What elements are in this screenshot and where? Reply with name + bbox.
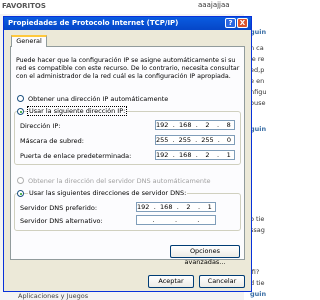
ip-address-label: Dirección IP: <box>20 122 61 130</box>
cancel-button[interactable]: Cancelar <box>199 275 245 288</box>
octet: 192 <box>137 203 150 211</box>
default-gateway-input[interactable]: 192. 168. 2. 1 <box>155 150 235 160</box>
octet: 168 <box>179 121 192 129</box>
dns-auto-radio[interactable] <box>17 177 24 184</box>
dns-group-box <box>14 193 241 231</box>
right-fragment: nfigu <box>250 88 267 96</box>
description-text: Puede hacer que la configuración IP se a… <box>16 57 240 80</box>
right-fragment: guin <box>250 125 267 133</box>
bottom-link[interactable]: Aplicaciones y Juegos <box>18 292 88 300</box>
advanced-options-button[interactable]: Opciones avanzadas... <box>170 245 240 266</box>
octet <box>204 216 215 224</box>
preferred-dns-input[interactable]: 192. 168. 2. 1 <box>136 202 216 212</box>
dns-manual-label[interactable]: Usar las siguientes direcciones de servi… <box>28 189 188 197</box>
ip-auto-radio[interactable] <box>17 95 24 102</box>
right-fragment: n ca <box>250 44 264 52</box>
close-button[interactable]: X <box>237 18 248 28</box>
dialog-title: Propiedades de Protocolo Internet (TCP/I… <box>8 19 179 27</box>
preferred-dns-label: Servidor DNS preferido: <box>20 204 98 212</box>
octet: 2 <box>205 151 210 159</box>
ok-button[interactable]: Aceptar <box>148 275 194 288</box>
octet: 0 <box>226 136 231 144</box>
user-name[interactable]: aaajajjaa <box>198 1 230 9</box>
octet: 2 <box>205 121 210 129</box>
octet: 192 <box>156 121 169 129</box>
help-button[interactable]: ? <box>225 18 236 28</box>
right-fragment: guin <box>250 290 267 298</box>
octet: 255 <box>178 136 192 144</box>
tcpip-properties-dialog: Propiedades de Protocolo Internet (TCP/I… <box>3 16 252 292</box>
right-fragment: le re <box>250 55 265 63</box>
octet: 192 <box>156 151 169 159</box>
octet <box>137 216 148 224</box>
alternate-dns-input[interactable]: . . . <box>136 215 216 225</box>
default-gateway-label: Puerta de enlace predeterminada: <box>20 152 132 160</box>
octet: 255 <box>156 136 169 144</box>
octet: 1 <box>226 151 231 159</box>
ip-manual-radio[interactable] <box>17 108 24 115</box>
ip-auto-label[interactable]: Obtener una dirección IP automáticamente <box>28 95 168 103</box>
ip-address-input[interactable]: 192. 168. 2. 8 <box>155 120 235 130</box>
octet: 8 <box>226 121 231 129</box>
dns-auto-label[interactable]: Obtener la dirección del servidor DNS au… <box>28 177 211 185</box>
right-fragment: e en <box>250 77 265 85</box>
right-fragment: ssag <box>250 226 265 234</box>
subnet-mask-input[interactable]: 255. 255. 255. 0 <box>155 135 235 145</box>
octet: 1 <box>207 203 212 211</box>
right-fragment: o tie <box>250 215 265 223</box>
right-fragment: ouse <box>250 99 266 107</box>
octet: 168 <box>179 151 192 159</box>
title-bar[interactable]: Propiedades de Protocolo Internet (TCP/I… <box>4 17 251 30</box>
favorites-label: FAVORITOS <box>2 2 46 10</box>
alternate-dns-label: Servidor DNS alternativo: <box>20 217 103 225</box>
subnet-mask-label: Máscara de subred: <box>20 137 84 145</box>
octet: 2 <box>186 203 191 211</box>
octet <box>182 216 193 224</box>
octet: 255 <box>201 136 214 144</box>
right-fragment: ed,p <box>250 66 265 74</box>
right-fragment: d tie <box>250 279 265 287</box>
tab-general[interactable]: General <box>11 35 47 47</box>
dns-manual-radio[interactable] <box>17 190 24 197</box>
octet: 168 <box>160 203 173 211</box>
right-fragment: guin <box>250 28 267 36</box>
ip-manual-label[interactable]: Usar la siguiente dirección IP: <box>26 106 128 116</box>
octet <box>159 216 170 224</box>
